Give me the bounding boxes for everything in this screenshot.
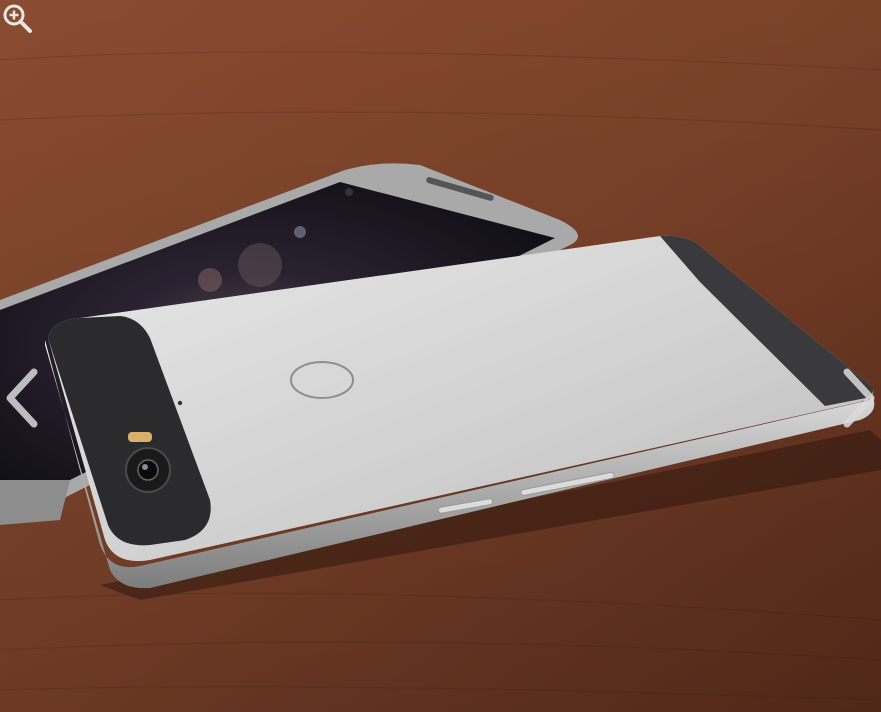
chevron-right-icon xyxy=(843,368,875,428)
magnifier-plus-icon xyxy=(3,4,32,33)
previous-image-button[interactable] xyxy=(0,362,44,434)
product-photo xyxy=(0,0,881,712)
chevron-left-icon xyxy=(6,368,38,428)
next-image-button[interactable] xyxy=(837,362,881,434)
zoom-in-button[interactable] xyxy=(0,0,36,36)
image-viewer xyxy=(0,0,881,712)
camera-flash xyxy=(128,432,152,442)
